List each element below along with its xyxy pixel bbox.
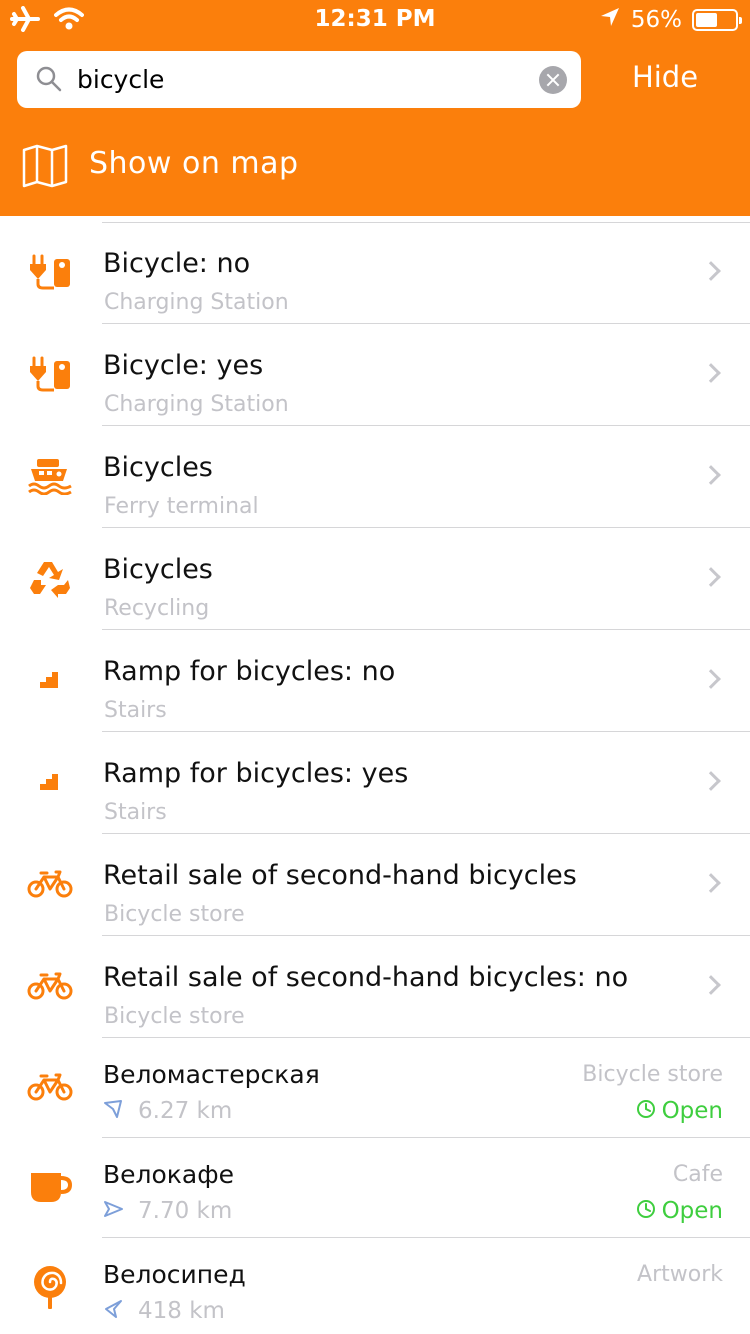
chevron-right-icon [701, 567, 721, 587]
chevron-right-icon [701, 363, 721, 383]
chevron-right-icon [701, 261, 721, 281]
stairs-icon [24, 762, 76, 802]
category-row[interactable]: Retail sale of second-hand bicycles Bicy… [0, 834, 750, 936]
category-subtitle: Ferry terminal [104, 494, 259, 519]
category-subtitle: Stairs [104, 800, 167, 825]
place-row[interactable]: Веломастерская 6.27 km Bicycle store Ope… [0, 1038, 750, 1138]
category-row[interactable]: Ramp for bicycles: no Stairs [0, 630, 750, 732]
distance-value: 6.27 km [138, 1098, 233, 1124]
show-on-map-button[interactable]: Show on map [0, 132, 750, 202]
category-subtitle: Charging Station [104, 392, 289, 417]
place-name: Веломастерская [103, 1060, 320, 1089]
category-title: Bicycle: yes [103, 350, 264, 381]
category-row[interactable]: Bicycle: no Charging Station [0, 222, 750, 324]
charging-station-icon [24, 252, 76, 292]
distance-value: 418 km [138, 1298, 225, 1324]
chevron-right-icon [701, 669, 721, 689]
map-icon [22, 144, 68, 192]
place-type: Cafe [672, 1162, 723, 1187]
location-arrow-icon [599, 6, 621, 34]
show-on-map-label: Show on map [89, 146, 299, 181]
direction-arrow-icon [102, 1298, 124, 1324]
place-type: Bicycle store [582, 1062, 723, 1087]
category-subtitle: Bicycle store [104, 1004, 245, 1029]
status-right: 56% [599, 6, 742, 34]
battery-icon [692, 9, 742, 31]
search-icon [35, 65, 63, 97]
place-row[interactable]: Велокафе 7.70 km Cafe Open [0, 1138, 750, 1238]
distance: 7.70 km [102, 1198, 232, 1224]
cup-icon [24, 1164, 76, 1210]
distance: 6.27 km [102, 1098, 232, 1124]
category-subtitle: Charging Station [104, 290, 289, 315]
stairs-icon [24, 660, 76, 700]
category-row[interactable]: Ramp for bicycles: yes Stairs [0, 732, 750, 834]
category-title: Bicycles [103, 554, 213, 585]
category-row[interactable]: Bicycles Recycling [0, 528, 750, 630]
category-subtitle: Stairs [104, 698, 167, 723]
artwork-icon [24, 1264, 76, 1310]
ferry-icon [24, 456, 76, 496]
category-title: Retail sale of second-hand bicycles [103, 860, 577, 891]
clock-icon [636, 1199, 656, 1223]
bicycle-icon [24, 966, 76, 1006]
category-row[interactable]: Bicycles Ferry terminal [0, 426, 750, 528]
battery-fill [696, 13, 717, 27]
category-title: Retail sale of second-hand bicycles: no [103, 962, 629, 993]
open-label: Open [661, 1198, 723, 1224]
bicycle-icon [24, 864, 76, 904]
place-name: Велокафе [103, 1160, 234, 1189]
place-row[interactable]: Велосипед 418 km Artwork [0, 1238, 750, 1334]
category-title: Bicycles [103, 452, 213, 483]
category-title: Bicycle: no [103, 248, 251, 279]
bicycle-icon [24, 1064, 76, 1110]
search-input[interactable] [77, 59, 537, 99]
search-box[interactable] [17, 51, 581, 108]
clock-icon [636, 1099, 656, 1123]
search-header: 12:31 PM 56% Hide Show on map [0, 0, 750, 216]
battery-percent: 56% [630, 7, 682, 33]
open-status: Open [636, 1098, 723, 1124]
open-label: Open [661, 1098, 723, 1124]
category-subtitle: Bicycle store [104, 902, 245, 927]
chevron-right-icon [701, 465, 721, 485]
category-title: Ramp for bicycles: no [103, 656, 396, 687]
chevron-right-icon [701, 771, 721, 791]
place-name: Велосипед [103, 1260, 246, 1289]
category-row[interactable]: Bicycle: yes Charging Station [0, 324, 750, 426]
charging-station-icon [24, 354, 76, 394]
place-type: Artwork [637, 1262, 723, 1287]
distance-value: 7.70 km [138, 1198, 233, 1224]
category-row[interactable]: Retail sale of second-hand bicycles: no … [0, 936, 750, 1038]
status-bar: 12:31 PM 56% [0, 0, 750, 40]
chevron-right-icon [701, 975, 721, 995]
direction-arrow-icon [102, 1198, 124, 1224]
category-title: Ramp for bicycles: yes [103, 758, 409, 789]
recycling-icon [24, 558, 76, 598]
direction-arrow-icon [102, 1098, 124, 1124]
hide-button[interactable]: Hide [600, 60, 730, 100]
open-status: Open [636, 1198, 723, 1224]
category-subtitle: Recycling [104, 596, 210, 621]
distance: 418 km [102, 1298, 225, 1324]
clear-search-button[interactable] [539, 66, 567, 94]
chevron-right-icon [701, 873, 721, 893]
